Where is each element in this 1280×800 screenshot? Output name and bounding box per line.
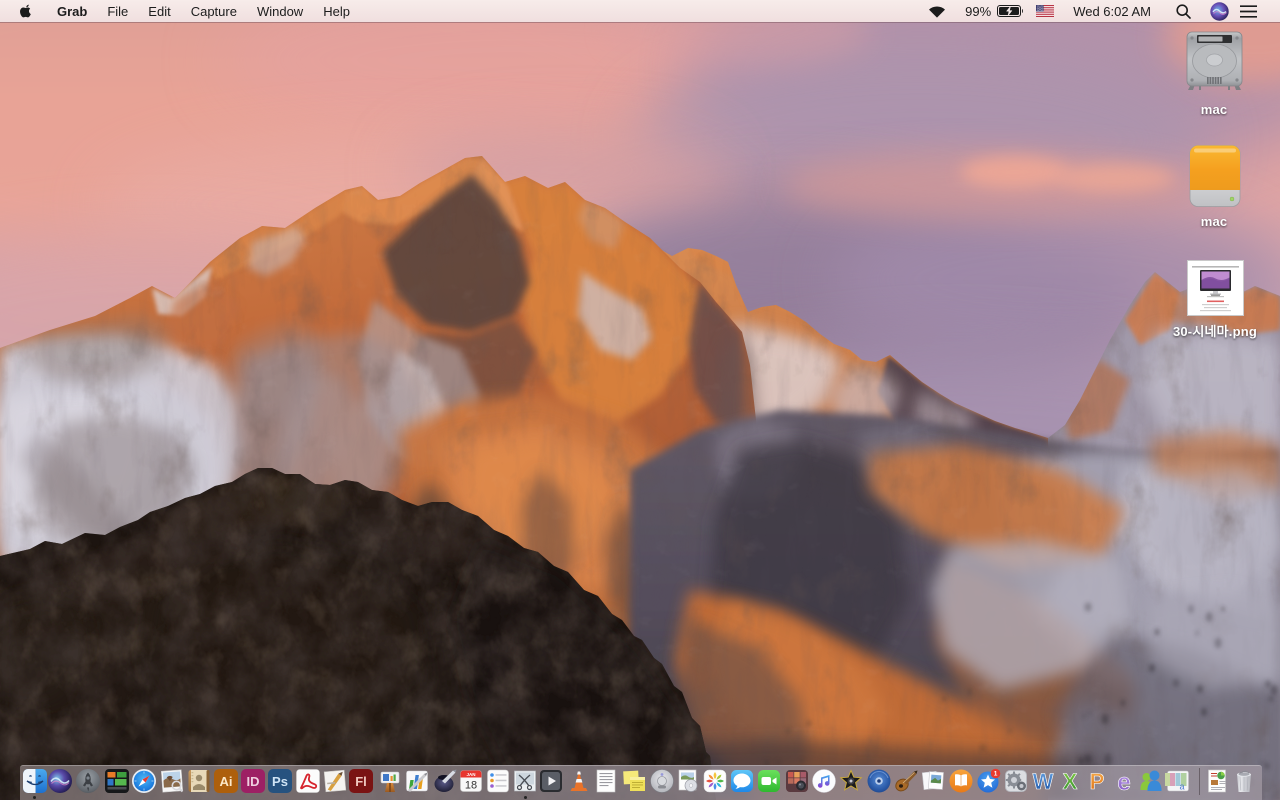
svg-text:Ps: Ps	[272, 774, 288, 789]
svg-text:X: X	[1063, 769, 1078, 794]
svg-text:a: a	[1179, 782, 1184, 792]
svg-text:ID: ID	[247, 774, 260, 789]
svg-text:1: 1	[994, 771, 998, 778]
svg-text:18: 18	[465, 780, 477, 792]
svg-text:P: P	[1090, 769, 1105, 794]
svg-text:W: W	[1033, 769, 1054, 794]
svg-text:Fl: Fl	[355, 774, 367, 789]
svg-text:JAN: JAN	[466, 772, 475, 777]
svg-text:Ai: Ai	[220, 774, 233, 789]
svg-text:e: e	[1117, 769, 1130, 794]
